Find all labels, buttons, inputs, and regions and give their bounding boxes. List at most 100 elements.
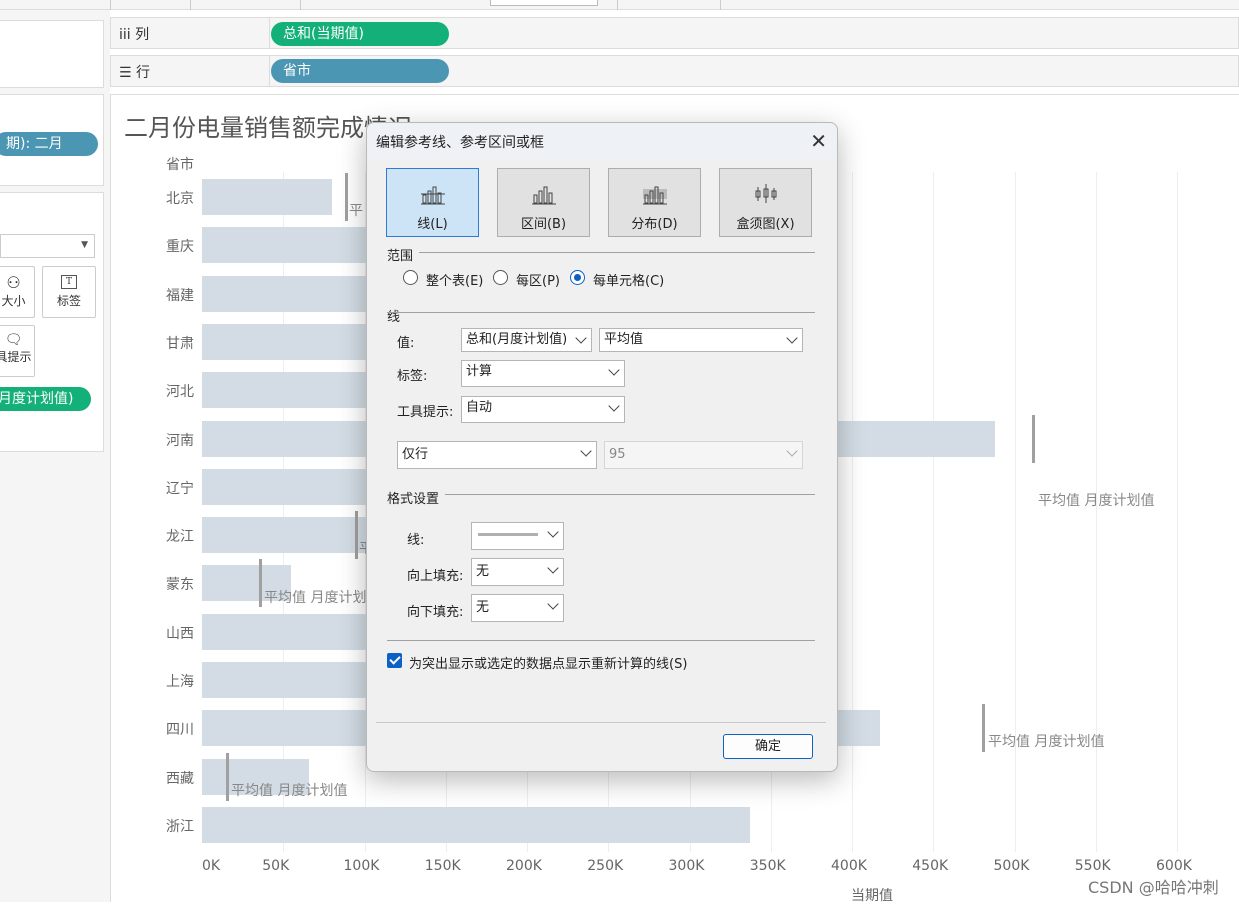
x-tick-label: 100K xyxy=(343,858,380,874)
filter-pill[interactable]: 期): 二月 xyxy=(0,132,98,156)
dialog-titlebar: 编辑参考线、参考区间或框 ✕ xyxy=(367,123,837,159)
fill-below-dropdown[interactable]: 无 xyxy=(471,594,564,622)
reference-line[interactable] xyxy=(345,173,348,221)
data-bar[interactable] xyxy=(202,468,372,505)
toolbar-divider xyxy=(300,0,301,10)
x-tick-label: 500K xyxy=(993,858,1030,874)
x-tick-label: 350K xyxy=(749,858,786,874)
reference-label: 平均值 月度计划值 xyxy=(231,783,348,799)
section-divider xyxy=(419,252,815,253)
dialog-title: 编辑参考线、参考区间或框 xyxy=(376,135,544,151)
ok-button[interactable]: 确定 xyxy=(723,734,813,759)
x-tick-label: 250K xyxy=(587,858,624,874)
close-icon[interactable]: ✕ xyxy=(810,129,827,153)
category-label: 上海 xyxy=(166,674,194,690)
x-tick-label: 200K xyxy=(506,858,542,874)
rows-shelf-label: ☰ 行 xyxy=(119,65,151,81)
columns-pill[interactable]: 总和(当期值) xyxy=(271,22,449,46)
x-tick-label: 150K xyxy=(424,858,461,874)
line-style-dropdown[interactable] xyxy=(471,522,564,550)
tooltip-button[interactable]: 🗨 具提示 xyxy=(0,325,35,377)
label-dropdown[interactable]: 计算 xyxy=(461,360,625,387)
value-label: 值: xyxy=(397,336,415,351)
scope-entire-table-label: 整个表(E) xyxy=(426,274,484,289)
type-line-button[interactable]: 线(L) xyxy=(386,168,479,237)
chevron-down-icon xyxy=(786,445,798,457)
scope-section-title: 范围 xyxy=(387,249,414,264)
data-bar[interactable] xyxy=(202,613,372,650)
aggregation-dropdown[interactable]: 平均值 xyxy=(599,328,803,352)
tooltip-dropdown[interactable]: 自动 xyxy=(461,396,625,423)
scope-per-cell-radio[interactable] xyxy=(570,270,585,285)
category-label: 河南 xyxy=(166,432,194,449)
reference-label: 平 xyxy=(349,203,363,219)
category-label: 河北 xyxy=(166,384,194,401)
recalc-checkbox-label: 为突出显示或选定的数据点显示重新计算的线(S) xyxy=(409,657,688,672)
category-label: 蒙东 xyxy=(166,577,194,594)
type-band-button[interactable]: 区间(B) xyxy=(497,168,590,237)
tooltip-icon: 🗨 xyxy=(4,332,23,348)
category-label: 四川 xyxy=(166,722,194,739)
reference-line-dialog: 编辑参考线、参考区间或框 ✕ 线(L) 区间(B) 分布(D) 盒须图(X) 范… xyxy=(366,122,838,772)
type-distribution-button[interactable]: 分布(D) xyxy=(608,168,701,237)
tooltip-field-label: 工具提示: xyxy=(397,405,454,420)
fill-below-label: 向下填充: xyxy=(407,605,464,620)
x-tick-label: 400K xyxy=(831,858,867,874)
columns-shelf-label: iii 列 xyxy=(119,27,150,43)
data-bar[interactable] xyxy=(202,323,372,360)
format-section-title: 格式设置 xyxy=(387,492,440,507)
toolbar-button[interactable] xyxy=(490,0,598,6)
gridline xyxy=(283,172,285,852)
data-bar[interactable] xyxy=(202,806,750,843)
line-type-icon xyxy=(421,186,445,205)
tooltip-label: 具提示 xyxy=(0,350,32,364)
section-divider xyxy=(445,494,815,495)
rows-pill[interactable]: 省市 xyxy=(271,59,449,83)
line-only-dropdown[interactable]: 仅行 xyxy=(397,441,597,469)
footer-divider xyxy=(376,722,826,723)
value-field-text: 总和(月度计划值) xyxy=(466,332,568,347)
category-label: 浙江 xyxy=(166,818,194,835)
reference-line[interactable] xyxy=(982,704,985,753)
data-bar[interactable] xyxy=(202,662,372,698)
line-style-swatch xyxy=(478,533,538,536)
data-bar[interactable] xyxy=(202,227,372,264)
reference-line[interactable] xyxy=(1032,414,1036,463)
reference-line[interactable] xyxy=(258,559,262,608)
data-bar[interactable] xyxy=(202,275,372,312)
size-label: 大小 xyxy=(1,294,26,308)
measure-pill[interactable]: 月度计划值) xyxy=(0,387,91,411)
reference-line[interactable] xyxy=(354,511,358,560)
data-bar[interactable] xyxy=(202,372,372,409)
scope-per-pane-radio[interactable] xyxy=(493,270,508,285)
mark-type-select[interactable]: ▼ xyxy=(0,234,95,258)
label-button[interactable]: T 标签 xyxy=(42,266,96,318)
value-field-dropdown[interactable]: 总和(月度计划值) xyxy=(461,328,592,352)
type-line-label: 线(L) xyxy=(417,217,448,232)
x-tick-label: 300K xyxy=(668,858,705,874)
reference-line[interactable] xyxy=(226,752,230,801)
x-tick-label: 50K xyxy=(262,858,290,874)
type-boxplot-button[interactable]: 盒须图(X) xyxy=(719,168,812,237)
recalc-checkbox[interactable] xyxy=(387,653,402,668)
band-type-icon xyxy=(532,186,556,205)
confidence-text: 95 xyxy=(609,447,626,462)
chevron-down-icon: ▼ xyxy=(81,240,88,250)
type-boxplot-label: 盒须图(X) xyxy=(736,217,795,232)
pages-card xyxy=(0,20,104,88)
chevron-down-icon xyxy=(608,364,620,376)
size-icon: ⚇ xyxy=(6,273,21,292)
section-divider xyxy=(387,640,815,641)
scope-entire-table-radio[interactable] xyxy=(403,270,418,285)
chevron-down-icon xyxy=(608,400,620,412)
fill-above-dropdown[interactable]: 无 xyxy=(471,558,564,586)
reference-label: 平均值 月度计划 xyxy=(264,590,367,606)
chevron-down-icon xyxy=(547,562,559,574)
data-bar[interactable] xyxy=(202,517,372,554)
x-axis-title: 当期值 xyxy=(851,888,893,904)
aggregation-text: 平均值 xyxy=(604,332,644,347)
type-distribution-label: 分布(D) xyxy=(631,217,678,232)
line-section-title: 线 xyxy=(387,310,401,325)
data-bar[interactable] xyxy=(202,179,332,215)
size-button[interactable]: ⚇ 大小 xyxy=(0,266,35,318)
